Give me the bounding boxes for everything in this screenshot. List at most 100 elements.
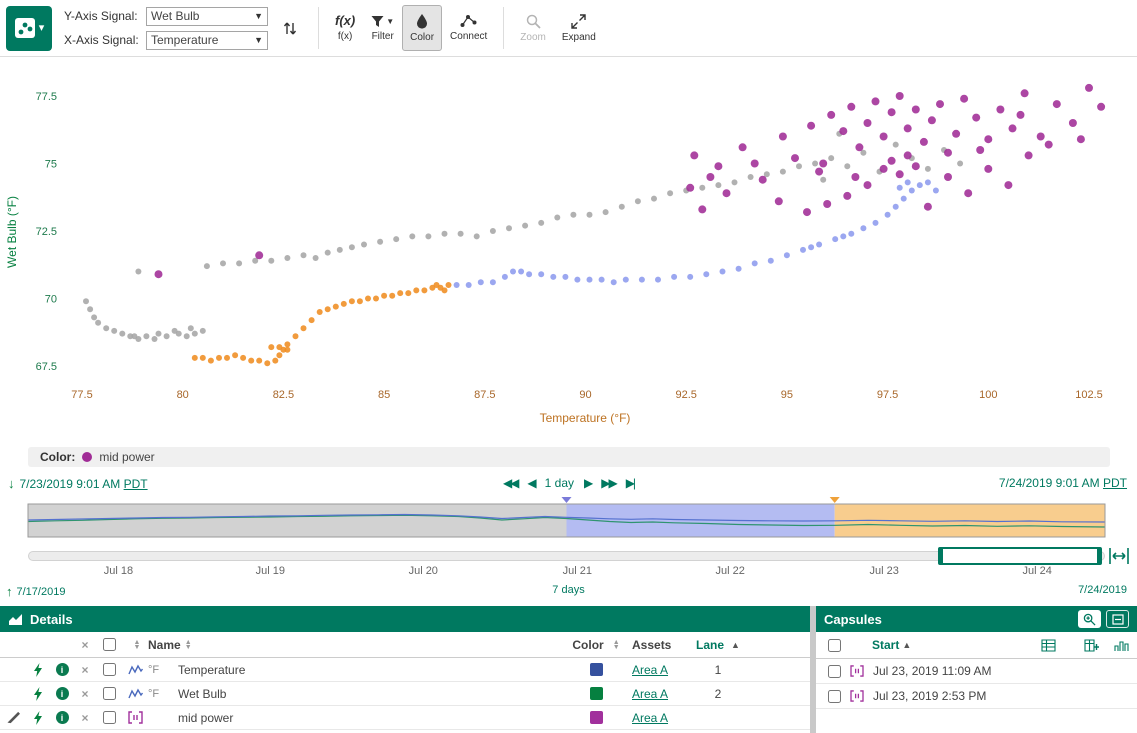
fast-back-button[interactable]: ◀◀: [503, 476, 517, 490]
sort-by-color-icon[interactable]: ▲▼: [613, 640, 620, 650]
svg-text:90: 90: [579, 389, 591, 401]
toolbar-separator: [318, 7, 319, 49]
display-range-handle[interactable]: [938, 547, 1102, 565]
capsule-checkbox[interactable]: [828, 690, 841, 703]
add-property-column-icon[interactable]: [1084, 639, 1099, 652]
axis-signal-selectors: Y-Axis Signal: Wet Bulb▼ X-Axis Signal: …: [64, 7, 268, 50]
item-info-icon[interactable]: i: [50, 682, 74, 705]
svg-text:Wet Bulb (°F): Wet Bulb (°F): [5, 196, 19, 268]
color-swatch[interactable]: [590, 663, 603, 676]
scatter-plot[interactable]: 77.58082.58587.59092.59597.5100102.567.5…: [0, 57, 1137, 445]
timeline-scroll-row: [0, 545, 1137, 567]
investigate-end-date[interactable]: 7/24/2019: [1078, 584, 1127, 596]
caret-down-icon: ▼: [386, 17, 394, 26]
step-to-end-button[interactable]: ▶|: [626, 476, 634, 490]
plot-type-button[interactable]: ▾: [6, 6, 52, 51]
svg-text:95: 95: [781, 389, 793, 401]
edit-pencil-icon[interactable]: [0, 706, 26, 729]
autoupdate-bolt-icon[interactable]: [26, 706, 50, 729]
table-view-icon[interactable]: [1041, 639, 1056, 652]
autoupdate-bolt-icon[interactable]: [26, 658, 50, 681]
lane-column-header[interactable]: Lane: [696, 638, 724, 652]
zoom-to-capsule-button[interactable]: [1078, 610, 1101, 628]
step-size-label[interactable]: 1 day: [545, 476, 574, 490]
signal-icon: [122, 682, 148, 705]
svg-text:Temperature (°F): Temperature (°F): [540, 411, 631, 425]
color-column-header[interactable]: Color: [572, 638, 603, 652]
lane-sort-asc-icon: ▲: [731, 640, 740, 650]
item-info-icon[interactable]: i: [50, 658, 74, 681]
select-all-checkbox[interactable]: [103, 638, 116, 651]
details-title: Details: [30, 612, 73, 627]
fast-forward-button[interactable]: ▶▶: [601, 476, 615, 490]
swap-axes-icon: [283, 21, 297, 36]
svg-text:87.5: 87.5: [474, 389, 495, 401]
svg-text:85: 85: [378, 389, 390, 401]
svg-text:82.5: 82.5: [273, 389, 294, 401]
swap-axes-button[interactable]: [278, 13, 302, 43]
step-forward-button[interactable]: ▶: [584, 476, 591, 490]
lane-value: 1: [688, 658, 748, 681]
remove-item-icon[interactable]: ×: [74, 706, 96, 729]
details-row-wet-bulb[interactable]: i × °F Wet Bulb Area A 2: [0, 682, 810, 706]
asset-link[interactable]: Area A: [632, 711, 668, 725]
color-swatch[interactable]: [590, 687, 603, 700]
uom-label: [148, 706, 178, 729]
remove-item-icon[interactable]: ×: [74, 682, 96, 705]
capsule-row[interactable]: Jul 23, 2019 11:09 AM: [816, 659, 1137, 684]
sort-by-type-icon[interactable]: ▲▼: [134, 640, 141, 650]
color-tool-button[interactable]: Color: [402, 5, 442, 51]
date-axis-label: Jul 21: [563, 565, 592, 577]
item-name: Temperature: [178, 658, 560, 681]
color-swatch-cell[interactable]: [560, 682, 632, 705]
autoupdate-bolt-icon[interactable]: [26, 682, 50, 705]
range-end-link[interactable]: 7/24/2019 9:01 AM PDT: [999, 476, 1127, 490]
svg-text:102.5: 102.5: [1075, 389, 1103, 401]
collapse-panel-button[interactable]: [1106, 610, 1129, 628]
x-axis-signal-label: X-Axis Signal:: [64, 33, 146, 47]
name-column-header[interactable]: Name: [148, 638, 181, 652]
legend-series-name: mid power: [99, 450, 154, 464]
sort-by-name-icon[interactable]: ▲▼: [185, 640, 192, 650]
color-swatch-cell[interactable]: [560, 658, 632, 681]
start-column-header[interactable]: Start: [872, 638, 899, 652]
row-checkbox[interactable]: [103, 687, 116, 700]
remove-item-icon[interactable]: ×: [74, 658, 96, 681]
x-axis-signal-select[interactable]: Temperature▼: [146, 31, 268, 50]
bottom-panels: Details × ▲▼ Name ▲▼ Color ▲▼ Assets Lan…: [0, 606, 1137, 733]
row-checkbox[interactable]: [103, 711, 116, 724]
date-axis-label: Jul 23: [870, 565, 899, 577]
y-axis-signal-label: Y-Axis Signal:: [64, 9, 146, 23]
svg-text:72.5: 72.5: [36, 226, 57, 238]
y-axis-signal-select[interactable]: Wet Bulb▼: [146, 7, 268, 26]
capsule-checkbox[interactable]: [828, 665, 841, 678]
details-row-mid-power[interactable]: i × mid power Area A: [0, 706, 810, 730]
capsule-icon: [850, 665, 864, 677]
filter-tool-button[interactable]: ▼ Filter: [363, 5, 402, 51]
item-info-icon[interactable]: i: [50, 706, 74, 729]
svg-text:77.5: 77.5: [36, 91, 57, 103]
capsule-start-value: Jul 23, 2019 2:53 PM: [873, 689, 986, 703]
color-swatch-cell[interactable]: [560, 706, 632, 729]
range-duration[interactable]: 7 days: [0, 584, 1137, 596]
svg-text:100: 100: [979, 389, 997, 401]
capsule-time-icon[interactable]: [1107, 546, 1131, 566]
fx-tool-button[interactable]: f(x) f(x): [327, 5, 363, 51]
step-back-button[interactable]: ◀: [527, 476, 534, 490]
remove-all-icon[interactable]: ×: [74, 632, 96, 657]
connect-tool-button[interactable]: Connect: [442, 5, 495, 51]
capsule-row[interactable]: Jul 23, 2019 2:53 PM: [816, 684, 1137, 709]
color-swatch[interactable]: [590, 711, 603, 724]
select-all-capsules-checkbox[interactable]: [828, 639, 841, 652]
uom-label: °F: [148, 682, 178, 705]
asset-link[interactable]: Area A: [632, 687, 668, 701]
details-row-temperature[interactable]: i × °F Temperature Area A 1: [0, 658, 810, 682]
asset-link[interactable]: Area A: [632, 663, 668, 677]
row-checkbox[interactable]: [103, 663, 116, 676]
capsules-panel: Capsules: [816, 606, 1137, 733]
assets-column-header[interactable]: Assets: [632, 638, 671, 652]
expand-tool-button[interactable]: Expand: [554, 5, 604, 51]
add-stat-column-icon[interactable]: [1114, 639, 1129, 652]
trend-preview-strip[interactable]: [0, 497, 1137, 541]
uom-label: °F: [148, 658, 178, 681]
